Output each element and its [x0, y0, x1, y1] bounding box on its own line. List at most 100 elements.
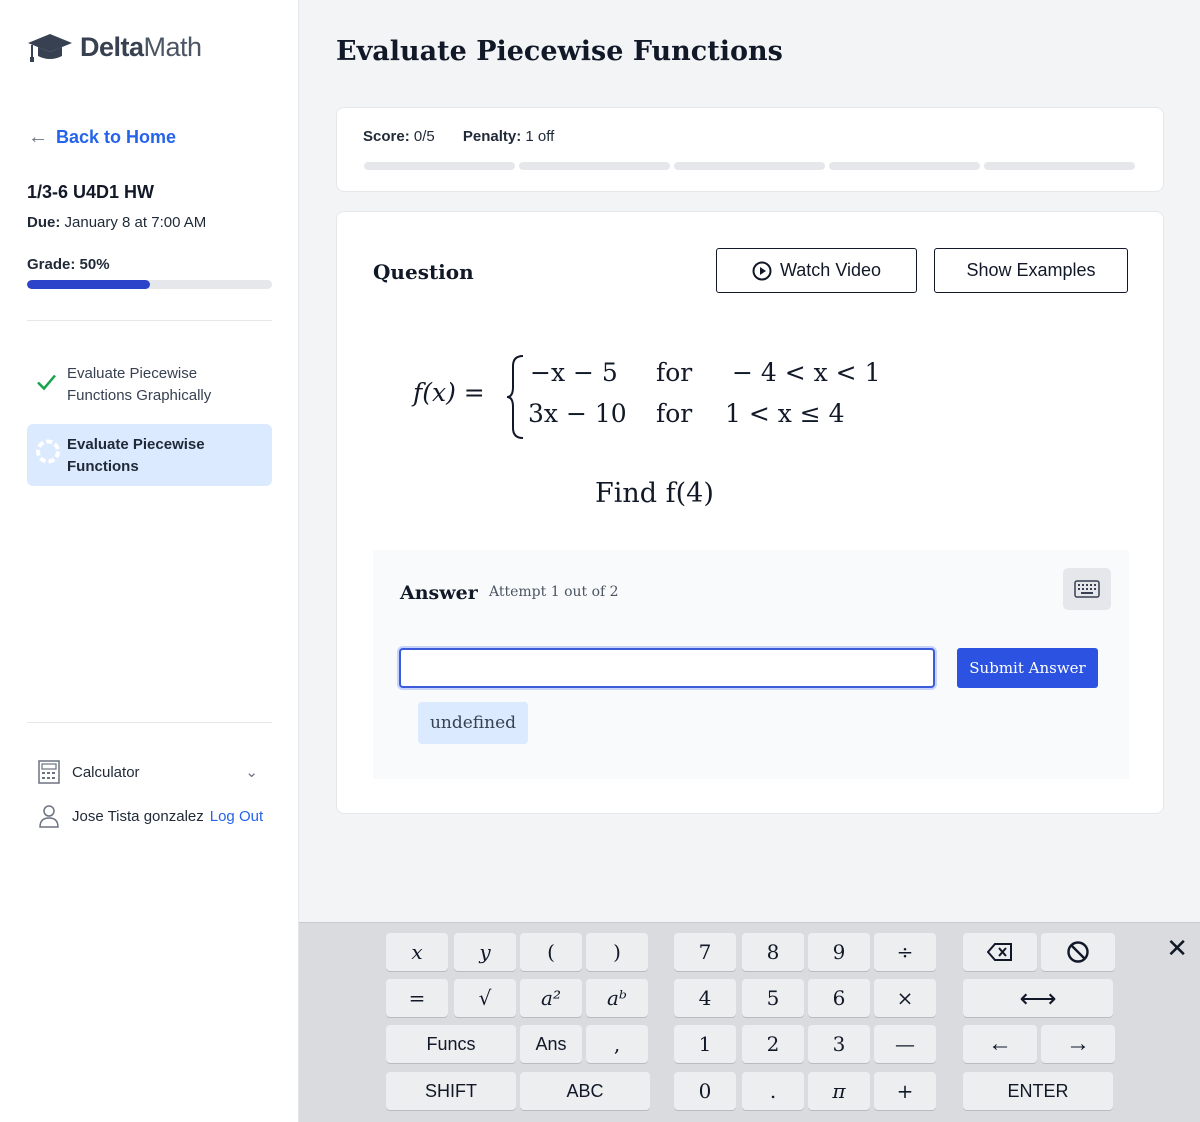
calculator-toggle[interactable]: Calculator ⌄	[38, 760, 268, 784]
answer-label: Answer	[400, 582, 478, 604]
due-date: Due: January 8 at 7:00 AM	[27, 214, 207, 231]
key-7[interactable]: 7	[674, 933, 736, 971]
sidebar: DeltaMath ← Back to Home 1/3-6 U4D1 HW D…	[0, 0, 299, 1122]
key-8[interactable]: 8	[742, 933, 804, 971]
divider	[27, 320, 272, 321]
score-line: Score: 0/5 Penalty: 1 off	[363, 128, 555, 145]
suggestion-chip[interactable]: undefined	[418, 702, 528, 744]
back-label: Back to Home	[56, 127, 177, 147]
watch-video-button[interactable]: Watch Video	[716, 248, 917, 293]
arrow-left-icon: ←	[28, 126, 48, 148]
key-comma[interactable]: ,	[586, 1025, 648, 1063]
score-segment	[984, 162, 1135, 170]
calculator-label: Calculator	[72, 763, 140, 781]
key-3[interactable]: 3	[808, 1025, 870, 1063]
key-0[interactable]: 0	[674, 1072, 736, 1110]
answer-input[interactable]	[399, 648, 935, 688]
case-1-condition: − 4 < x < 1	[732, 358, 881, 387]
key-power[interactable]: aᵇ	[586, 979, 648, 1017]
grade-text: Grade: 50%	[27, 256, 110, 273]
grade-progress-bar	[27, 280, 272, 289]
keyboard-toggle-button[interactable]	[1063, 568, 1111, 610]
left-brace	[506, 355, 524, 439]
page-title: Evaluate Piecewise Functions	[336, 36, 783, 67]
score-segment	[829, 162, 980, 170]
answer-panel: Answer Attempt 1 out of 2 Submit Answer …	[373, 550, 1129, 779]
key-square[interactable]: a²	[520, 979, 582, 1017]
grade-progress-fill	[27, 280, 150, 289]
assignment-title: 1/3-6 U4D1 HW	[27, 182, 155, 202]
arrows-horizontal-icon: ⟷	[1019, 982, 1057, 1013]
key-plus[interactable]: +	[874, 1072, 936, 1110]
score-segment	[364, 162, 515, 170]
submit-answer-button[interactable]: Submit Answer	[957, 648, 1098, 688]
attempt-counter: Attempt 1 out of 2	[489, 584, 619, 600]
case-2-expression: 3x − 10	[528, 399, 627, 428]
user-row: Jose Tista gonzalez Log Out	[38, 804, 288, 828]
check-icon	[35, 371, 57, 400]
key-x[interactable]: x	[386, 933, 448, 971]
key-1[interactable]: 1	[674, 1025, 736, 1063]
key-minus[interactable]: —	[874, 1025, 936, 1063]
score-value: 0/5	[413, 128, 435, 145]
key-y[interactable]: y	[454, 933, 516, 971]
key-left[interactable]: ←	[963, 1025, 1037, 1063]
task-item-graphically[interactable]: Evaluate Piecewise Functions Graphically	[27, 353, 272, 417]
question-label: Question	[373, 260, 474, 284]
user-icon	[39, 805, 59, 828]
key-shift[interactable]: SHIFT	[386, 1072, 516, 1110]
case-2-for: for	[656, 399, 693, 428]
key-5[interactable]: 5	[742, 979, 804, 1017]
key-multiply[interactable]: ×	[874, 979, 936, 1017]
show-examples-label: Show Examples	[966, 260, 1096, 280]
graduation-cap-icon	[28, 34, 72, 62]
close-keyboard-icon[interactable]: ✕	[1166, 933, 1188, 964]
question-prompt: Find f(4)	[595, 478, 714, 509]
key-9[interactable]: 9	[808, 933, 870, 971]
key-close-paren[interactable]: )	[586, 933, 648, 971]
user-name: Jose Tista gonzalez	[72, 807, 204, 825]
math-keyboard: x y ( ) 7 8 9 ÷ ✕ = √ a² aᵇ 4 5 6 × ⟷ Fu…	[299, 922, 1200, 1122]
key-decimal[interactable]: .	[742, 1072, 804, 1110]
play-icon	[752, 261, 772, 280]
function-name: f(x) =	[413, 378, 485, 407]
case-2-condition: 1 < x ≤ 4	[725, 399, 845, 428]
score-card: Score: 0/5 Penalty: 1 off	[336, 107, 1164, 192]
key-2[interactable]: 2	[742, 1025, 804, 1063]
task-label-line2: Functions	[67, 458, 139, 475]
score-progress	[364, 162, 1135, 170]
backspace-icon	[987, 943, 1012, 961]
progress-ring-icon	[35, 439, 61, 472]
key-backspace[interactable]	[963, 933, 1037, 971]
key-divide[interactable]: ÷	[874, 933, 936, 971]
logout-link[interactable]: Log Out	[210, 808, 263, 825]
task-label-line1: Evaluate Piecewise	[67, 436, 205, 453]
key-open-paren[interactable]: (	[520, 933, 582, 971]
key-6[interactable]: 6	[808, 979, 870, 1017]
key-select-range[interactable]: ⟷	[963, 979, 1113, 1017]
task-item-current[interactable]: Evaluate Piecewise Functions	[27, 424, 272, 486]
key-abc[interactable]: ABC	[520, 1072, 650, 1110]
key-sqrt[interactable]: √	[454, 979, 516, 1017]
divider	[27, 722, 272, 723]
watch-video-label: Watch Video	[779, 260, 882, 280]
task-label-line1: Evaluate Piecewise	[67, 365, 198, 382]
keyboard-icon	[1074, 580, 1100, 598]
key-clear[interactable]	[1041, 933, 1115, 971]
key-4[interactable]: 4	[674, 979, 736, 1017]
deltamath-logo[interactable]: DeltaMath	[26, 30, 202, 64]
logo-text: DeltaMath	[80, 31, 202, 62]
back-to-home-link[interactable]: ← Back to Home	[28, 126, 176, 149]
task-label-line2: Functions Graphically	[67, 387, 212, 404]
key-right[interactable]: →	[1041, 1025, 1115, 1063]
key-enter[interactable]: ENTER	[963, 1072, 1113, 1110]
key-pi[interactable]: π	[808, 1072, 870, 1110]
arrow-left-icon: ←	[988, 1030, 1012, 1057]
arrow-right-icon: →	[1066, 1030, 1090, 1057]
key-ans[interactable]: Ans	[520, 1025, 582, 1063]
case-1-for: for	[656, 358, 693, 387]
key-funcs[interactable]: Funcs	[386, 1025, 516, 1063]
show-examples-button[interactable]: Show Examples	[934, 248, 1128, 293]
chevron-down-icon: ⌄	[245, 764, 258, 781]
key-equals[interactable]: =	[386, 979, 448, 1017]
